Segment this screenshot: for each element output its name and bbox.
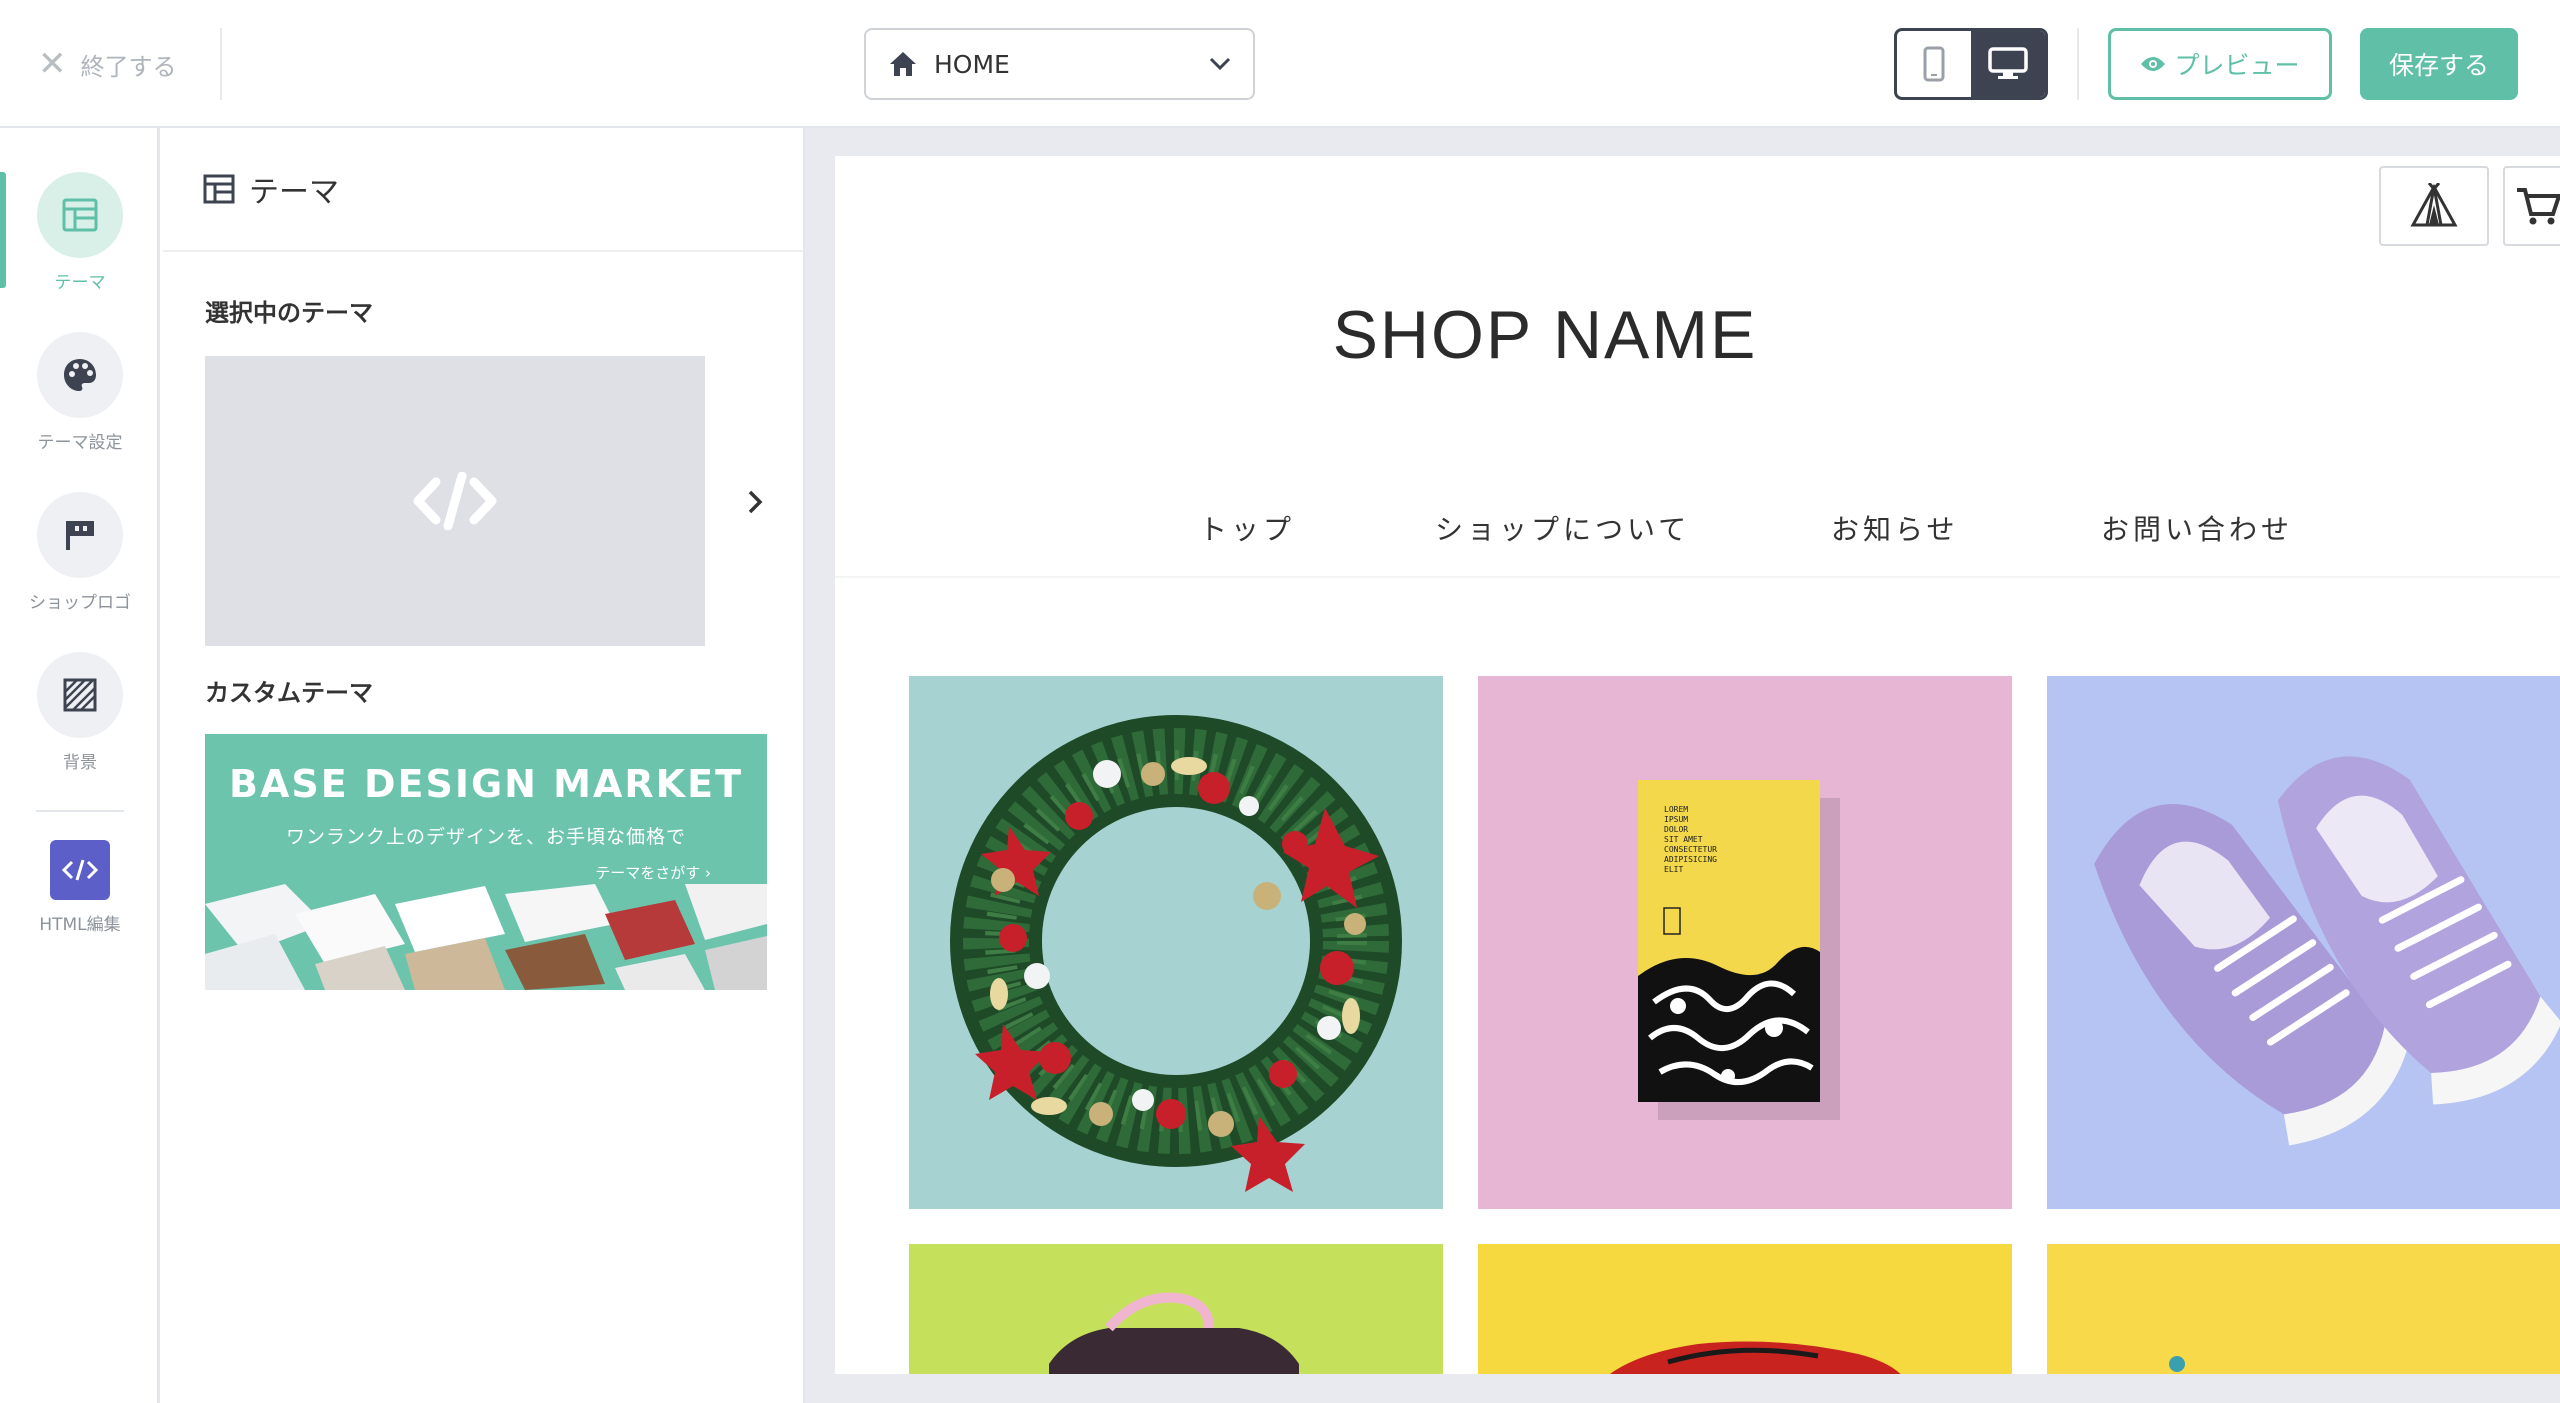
banner-title: BASE DESIGN MARKET (229, 762, 743, 806)
save-label: 保存する (2388, 51, 2489, 80)
eye-icon (2141, 57, 2166, 71)
product-card-yellow-item[interactable] (2047, 1244, 2560, 1374)
preview-label: プレビュー (2174, 51, 2300, 80)
device-toggle (1894, 28, 2048, 100)
cart-icon (2517, 188, 2560, 225)
book-cover-text: LOREM (1664, 805, 1688, 814)
save-button[interactable]: 保存する (2360, 28, 2518, 100)
desktop-icon (1988, 47, 2028, 79)
cart-button[interactable] (2503, 166, 2560, 246)
banner-subtitle: ワンランク上のデザインを、お手頃な価格で (285, 826, 686, 848)
product-card-wreath[interactable] (909, 676, 1443, 1209)
rail-item-theme-settings[interactable]: テーマ設定 (0, 332, 160, 453)
panel-title: テーマ (249, 175, 339, 210)
rail-item-label: テーマ (54, 273, 106, 293)
selected-theme-label: 選択中のテーマ (205, 299, 373, 327)
wreath-image (950, 715, 1402, 1192)
shop-preview: SHOP NAME トップ ショップについて お知らせ お問い合わせ LOREM… (835, 156, 2560, 1374)
divider (2077, 28, 2079, 100)
panel-header: テーマ (163, 128, 803, 252)
chevron-down-icon (1209, 57, 1231, 71)
page-select[interactable]: HOME (864, 28, 1255, 100)
icon-rail: テーマ テーマ設定 ショップロゴ 背景 HTML編集 (0, 128, 160, 1403)
hatch-pattern-icon (37, 652, 123, 738)
svg-text:ELIT: ELIT (1664, 865, 1683, 874)
rail-item-label: 背景 (63, 753, 97, 773)
close-icon: ✕ (38, 44, 67, 84)
tent-icon (2410, 183, 2458, 227)
theme-collage-image (205, 884, 767, 990)
preview-button[interactable]: プレビュー (2108, 28, 2332, 100)
code-icon (50, 840, 110, 900)
divider (36, 810, 124, 812)
banner-link: テーマをさがす › (595, 862, 711, 883)
svg-text:SIT AMET: SIT AMET (1664, 835, 1703, 844)
book-image: LOREM IPSUM DOLOR SIT AMET CONSECTETUR A… (1638, 780, 1840, 1120)
smartphone-icon (1923, 46, 1945, 82)
home-icon (890, 52, 916, 76)
rail-item-html-edit[interactable]: HTML編集 (0, 840, 160, 935)
rail-item-label: ショップロゴ (29, 593, 131, 613)
divider (835, 576, 2560, 578)
rail-item-label: HTML編集 (39, 915, 121, 935)
product-card-sneakers[interactable] (2047, 676, 2560, 1209)
tent-icon-button[interactable] (2379, 166, 2489, 246)
palette-icon (37, 332, 123, 418)
svg-text:DOLOR: DOLOR (1664, 825, 1688, 834)
chevron-right-icon (748, 490, 763, 514)
layout-icon (37, 172, 123, 258)
product-card-red-item[interactable] (1478, 1244, 2012, 1374)
product-card-pink-item[interactable] (909, 1244, 1443, 1374)
svg-text:ADIPISICING: ADIPISICING (1664, 855, 1717, 864)
red-shoe-image (1609, 1341, 1901, 1374)
nav-item-top[interactable]: トップ (1199, 508, 1295, 548)
layout-icon (203, 174, 235, 204)
product-image (2169, 1356, 2185, 1372)
nav-item-about[interactable]: ショップについて (1435, 508, 1690, 548)
selected-theme-thumbnail[interactable] (205, 356, 705, 646)
nav-item-news[interactable]: お知らせ (1831, 508, 1958, 548)
mobile-view-button[interactable] (1897, 31, 1971, 97)
rail-item-background[interactable]: 背景 (0, 652, 160, 773)
page-select-value: HOME (934, 49, 1010, 79)
nav-item-contact[interactable]: お問い合わせ (2101, 508, 2293, 548)
banner-link-label: テーマをさがす (595, 864, 701, 882)
next-theme-button[interactable] (735, 478, 775, 526)
rail-item-theme[interactable]: テーマ (0, 172, 160, 293)
quit-button[interactable]: ✕ 終了する (38, 44, 177, 84)
code-icon (413, 472, 497, 530)
shop-nav: トップ ショップについて お知らせ お問い合わせ (835, 508, 2560, 568)
flag-icon (37, 492, 123, 578)
custom-theme-label: カスタムテーマ (205, 679, 373, 707)
pink-bag-image (1049, 1292, 1299, 1374)
quit-label: 終了する (80, 52, 177, 81)
svg-text:CONSECTETUR: CONSECTETUR (1664, 845, 1717, 854)
rail-item-label: テーマ設定 (37, 433, 123, 453)
theme-panel: テーマ 選択中のテーマ カスタムテーマ BASE DESIGN MARKET ワ… (163, 128, 805, 1403)
chevron-right-icon: › (705, 864, 711, 882)
shop-name: SHOP NAME (1332, 297, 1758, 373)
product-card-book[interactable]: LOREM IPSUM DOLOR SIT AMET CONSECTETUR A… (1478, 676, 2012, 1209)
svg-text:IPSUM: IPSUM (1664, 815, 1688, 824)
sneakers-image (2094, 756, 2560, 1146)
rail-item-shop-logo[interactable]: ショップロゴ (0, 492, 160, 613)
top-bar: ✕ 終了する HOME プレビュー 保存する (0, 0, 2560, 128)
design-market-banner[interactable]: BASE DESIGN MARKET ワンランク上のデザインを、お手頃な価格で … (205, 734, 767, 990)
desktop-view-button[interactable] (1971, 31, 2045, 97)
divider (220, 28, 222, 100)
